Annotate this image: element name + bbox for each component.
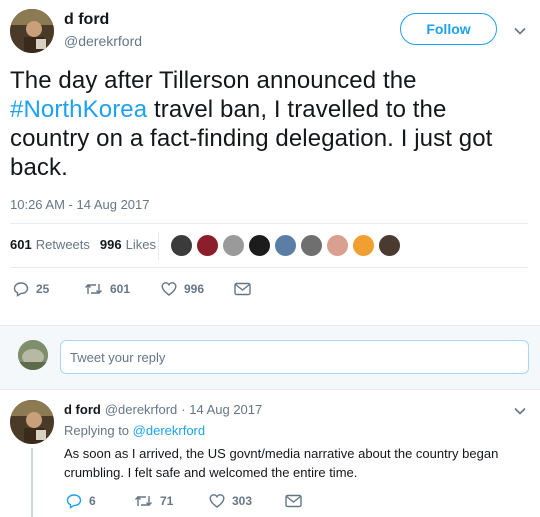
like-count: 996 bbox=[184, 282, 205, 296]
tweet-text-part: The day after Tillerson announced the bbox=[10, 67, 417, 94]
divider bbox=[10, 223, 528, 224]
reply-count: 25 bbox=[36, 282, 50, 296]
liker-avatar[interactable] bbox=[352, 234, 375, 257]
likes-stat[interactable]: 996 Likes bbox=[100, 237, 156, 252]
liker-avatar[interactable] bbox=[378, 234, 401, 257]
envelope-icon bbox=[234, 282, 258, 296]
liker-avatar[interactable] bbox=[300, 234, 323, 257]
chevron-down-icon[interactable] bbox=[513, 404, 527, 418]
liker-avatar[interactable] bbox=[326, 234, 349, 257]
retweet-count: 71 bbox=[160, 494, 174, 508]
reply-icon bbox=[66, 493, 89, 509]
hashtag-link[interactable]: #NorthKorea bbox=[10, 96, 147, 123]
replying-prefix: Replying to bbox=[64, 423, 130, 438]
reply-count: 6 bbox=[89, 494, 96, 508]
divider bbox=[10, 267, 528, 268]
liker-avatar[interactable] bbox=[170, 234, 193, 257]
tweet-text: The day after Tillerson announced the #N… bbox=[10, 66, 530, 182]
viewer-avatar bbox=[18, 340, 48, 370]
tweet-timestamp[interactable]: 10:26 AM - 14 Aug 2017 bbox=[10, 197, 150, 212]
reply-tweet-actions: 6 71 303 bbox=[66, 493, 309, 509]
reply-header: d ford @derekrford · 14 Aug 2017 bbox=[64, 402, 262, 417]
reply-input[interactable] bbox=[60, 340, 529, 374]
follow-button[interactable]: Follow bbox=[400, 13, 497, 45]
likes-count: 996 bbox=[99, 237, 122, 252]
retweets-count: 601 bbox=[10, 237, 32, 252]
retweet-action[interactable]: 601 bbox=[84, 281, 161, 297]
liker-avatars bbox=[170, 234, 404, 257]
retweet-count: 601 bbox=[110, 282, 131, 296]
reply-author-name[interactable]: d ford bbox=[64, 402, 101, 417]
author-name[interactable]: d ford bbox=[64, 11, 109, 29]
reply-icon bbox=[13, 281, 36, 297]
main-tweet: d ford @derekrford Follow The day after … bbox=[0, 0, 540, 325]
author-avatar[interactable] bbox=[10, 9, 54, 53]
liker-avatar[interactable] bbox=[196, 234, 219, 257]
retweets-label: Retweets bbox=[35, 237, 90, 252]
like-action[interactable]: 303 bbox=[209, 493, 285, 509]
retweet-action[interactable]: 71 bbox=[134, 493, 209, 509]
thread-line bbox=[31, 448, 33, 517]
replying-handle-link[interactable]: @derekrford bbox=[133, 423, 205, 438]
liker-avatar[interactable] bbox=[248, 234, 271, 257]
reply-action[interactable]: 6 bbox=[66, 493, 134, 509]
likes-label: Likes bbox=[125, 237, 156, 252]
direct-message-action[interactable] bbox=[234, 282, 258, 296]
reply-date[interactable]: · 14 Aug 2017 bbox=[181, 402, 262, 417]
envelope-icon bbox=[285, 494, 309, 508]
chevron-down-icon[interactable] bbox=[513, 24, 527, 38]
tweet-actions: 25 601 996 bbox=[13, 281, 258, 297]
reply-author-handle[interactable]: @derekrford bbox=[105, 402, 177, 417]
retweet-icon bbox=[84, 281, 110, 297]
direct-message-action[interactable] bbox=[285, 494, 309, 508]
tweet-stats: 601 Retweets 996 Likes bbox=[10, 237, 166, 252]
stats-separator bbox=[158, 232, 159, 260]
reply-action[interactable]: 25 bbox=[13, 281, 84, 297]
liker-avatar[interactable] bbox=[222, 234, 245, 257]
author-handle[interactable]: @derekrford bbox=[64, 33, 142, 49]
like-action[interactable]: 996 bbox=[161, 281, 234, 297]
retweets-stat[interactable]: 601 Retweets bbox=[10, 237, 90, 252]
heart-icon bbox=[161, 281, 184, 297]
replying-to: Replying to @derekrford bbox=[64, 423, 205, 438]
heart-icon bbox=[209, 493, 232, 509]
reply-text: As soon as I arrived, the US govnt/media… bbox=[64, 446, 499, 480]
reply-author-avatar[interactable] bbox=[10, 400, 54, 444]
liker-avatar[interactable] bbox=[274, 234, 297, 257]
retweet-icon bbox=[134, 493, 160, 509]
like-count: 303 bbox=[232, 494, 253, 508]
